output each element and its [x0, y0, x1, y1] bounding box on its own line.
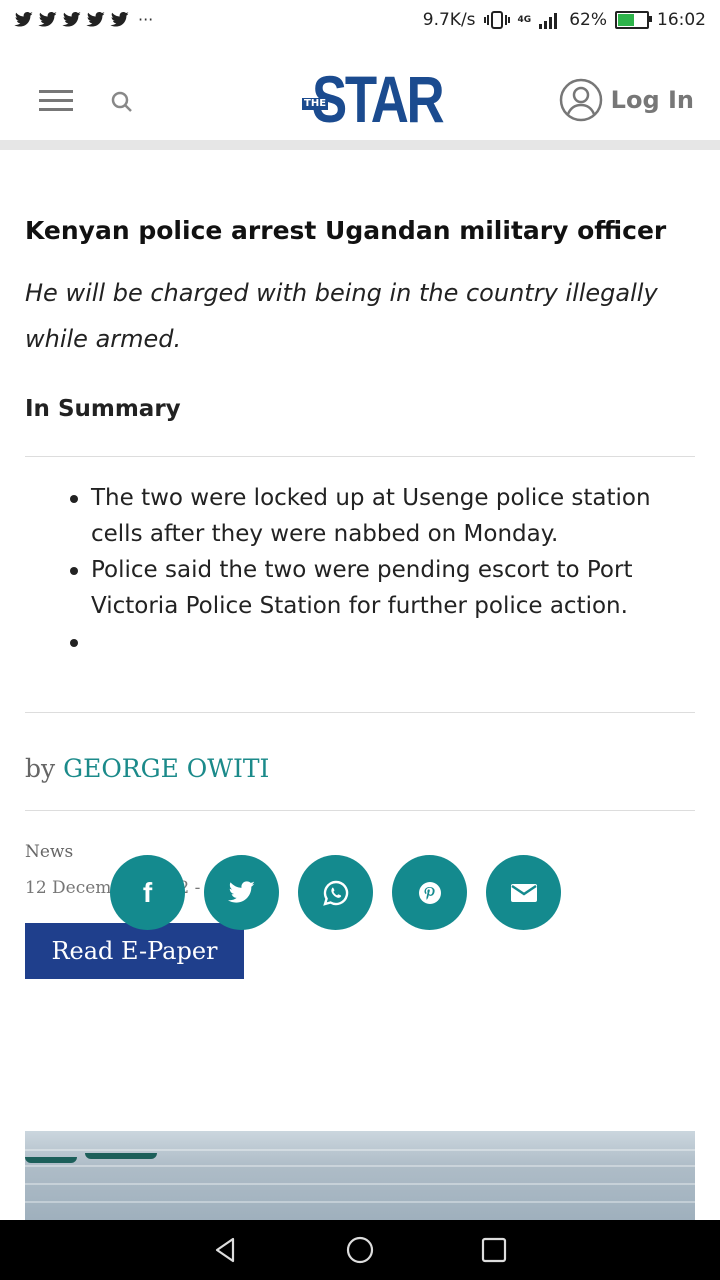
battery-icon	[615, 11, 652, 29]
battery-percent: 62%	[569, 10, 607, 30]
menu-icon[interactable]	[39, 90, 73, 117]
logo-the-text: THE	[302, 98, 329, 110]
signal-icon	[539, 13, 558, 29]
summary-item: The two were locked up at Usenge police …	[70, 480, 681, 552]
summary-label: In Summary	[25, 396, 181, 422]
user-icon	[559, 78, 602, 122]
network-speed: 9.7K/s	[422, 10, 476, 30]
facebook-share-button[interactable]: f	[110, 855, 185, 930]
author-link[interactable]: GEORGE OWITI	[63, 754, 269, 783]
whatsapp-icon	[322, 880, 348, 906]
clock: 16:02	[657, 10, 706, 30]
logo-star-text: STAR	[312, 62, 445, 136]
divider	[25, 712, 695, 713]
facebook-icon: f	[142, 876, 153, 908]
login-label: Log In	[610, 86, 694, 114]
notification-icons: ···	[14, 10, 153, 29]
article-subtitle: He will be charged with being in the cou…	[25, 279, 658, 353]
summary-list: The two were locked up at Usenge police …	[70, 480, 681, 660]
back-icon[interactable]	[211, 1235, 241, 1265]
byline-prefix: by	[25, 754, 56, 783]
pinterest-share-button[interactable]	[392, 855, 467, 930]
recents-icon[interactable]	[479, 1235, 509, 1265]
twitter-notification-icon	[38, 11, 57, 27]
read-epaper-button[interactable]: Read E-Paper	[25, 923, 244, 979]
article-image	[25, 1131, 695, 1220]
status-bar: ··· 9.7K/s 4G 62% 16:02	[0, 0, 720, 44]
twitter-notification-icon	[14, 11, 33, 27]
twitter-notification-icon	[62, 11, 81, 27]
login-button[interactable]: Log In	[559, 78, 694, 122]
divider	[25, 456, 695, 457]
summary-item	[70, 624, 681, 660]
site-logo[interactable]: STAR THE	[302, 64, 445, 136]
search-icon[interactable]	[110, 90, 134, 114]
vibrate-icon	[483, 11, 510, 29]
mail-icon	[510, 883, 537, 902]
divider	[25, 810, 695, 811]
whatsapp-share-button[interactable]	[298, 855, 373, 930]
twitter-notification-icon	[86, 11, 105, 27]
system-nav-bar	[0, 1220, 720, 1280]
category-label[interactable]: News	[25, 842, 73, 862]
twitter-share-button[interactable]	[204, 855, 279, 930]
share-buttons: f	[110, 855, 561, 930]
article-title: Kenyan police arrest Ugandan military of…	[25, 216, 667, 245]
summary-item: Police said the two were pending escort …	[70, 552, 681, 624]
twitter-notification-icon	[110, 11, 129, 27]
pinterest-icon	[418, 881, 441, 904]
byline: by GEORGE OWITI	[25, 754, 269, 783]
more-notifications-icon: ···	[138, 10, 154, 29]
network-type: 4G	[517, 15, 532, 25]
home-icon[interactable]	[345, 1235, 375, 1265]
email-share-button[interactable]	[486, 855, 561, 930]
status-right: 9.7K/s 4G 62% 16:02	[423, 10, 706, 30]
site-header: STAR THE Log In	[0, 44, 720, 150]
twitter-icon	[227, 880, 255, 903]
